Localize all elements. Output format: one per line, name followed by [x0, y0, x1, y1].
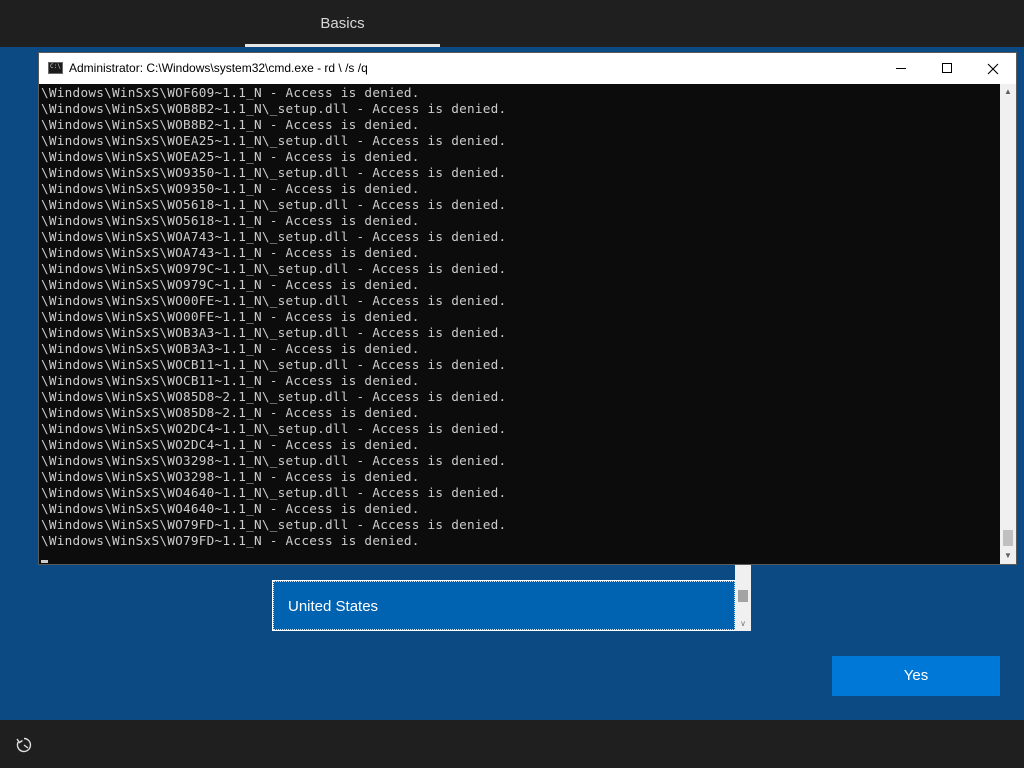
country-list[interactable]: United States ∨ — [272, 580, 751, 631]
cmd-output-line: \Windows\WinSxS\WOF609~1.1_N - Access is… — [41, 85, 420, 100]
cmd-output-line: \Windows\WinSxS\WOEA25~1.1_N\_setup.dll … — [41, 133, 507, 148]
maximize-icon — [942, 63, 952, 73]
tab-basics: Basics — [320, 15, 365, 32]
cmd-output-line: \Windows\WinSxS\WO00FE~1.1_N\_setup.dll … — [41, 293, 507, 308]
scroll-down-icon[interactable]: ▼ — [1000, 548, 1016, 564]
cmd-output-line: \Windows\WinSxS\WOCB11~1.1_N\_setup.dll … — [41, 357, 507, 372]
cmd-output-line: \Windows\WinSxS\WO5618~1.1_N - Access is… — [41, 213, 420, 228]
bottom-bar — [0, 720, 1024, 768]
cmd-app-icon: C:\ — [48, 62, 63, 74]
cmd-output-line: \Windows\WinSxS\WO979C~1.1_N\_setup.dll … — [41, 261, 507, 276]
close-icon — [987, 63, 999, 75]
cmd-output-line: \Windows\WinSxS\WO2DC4~1.1_N\_setup.dll … — [41, 421, 507, 436]
scroll-up-icon[interactable]: ▲ — [1000, 84, 1016, 100]
cmd-output-line: \Windows\WinSxS\WO2DC4~1.1_N - Access is… — [41, 437, 420, 452]
cmd-scroll-thumb[interactable] — [1003, 530, 1013, 546]
close-button[interactable] — [970, 53, 1016, 84]
country-list-scrollbar[interactable]: ∨ — [735, 580, 751, 631]
cmd-window-title: Administrator: C:\Windows\system32\cmd.e… — [69, 61, 368, 75]
cmd-output-lines: \Windows\WinSxS\WOF609~1.1_N - Access is… — [41, 85, 506, 549]
cmd-output-line: \Windows\WinSxS\WO9350~1.1_N - Access is… — [41, 181, 420, 196]
cmd-output-line: \Windows\WinSxS\WO85D8~2.1_N\_setup.dll … — [41, 389, 507, 404]
cmd-scrollbar[interactable]: ▲ ▼ — [1000, 84, 1016, 564]
cmd-output-line: \Windows\WinSxS\WO79FD~1.1_N\_setup.dll … — [41, 517, 507, 532]
minimize-button[interactable] — [878, 53, 924, 84]
country-list-scroll-thumb[interactable] — [738, 590, 748, 602]
yes-button[interactable]: Yes — [832, 656, 1000, 696]
cmd-output-line: \Windows\WinSxS\WO79FD~1.1_N - Access is… — [41, 533, 420, 548]
top-bar: Basics — [0, 0, 1024, 47]
tab-basics-underline — [245, 44, 440, 47]
minimize-icon — [896, 68, 906, 69]
cmd-output-line: \Windows\WinSxS\WOCB11~1.1_N - Access is… — [41, 373, 420, 388]
cmd-cursor — [41, 560, 48, 563]
cmd-output-line: \Windows\WinSxS\WO4640~1.1_N\_setup.dll … — [41, 485, 507, 500]
cmd-output-line: \Windows\WinSxS\WOB3A3~1.1_N - Access is… — [41, 341, 420, 356]
cmd-output-line: \Windows\WinSxS\WOB3A3~1.1_N\_setup.dll … — [41, 325, 507, 340]
cmd-output-line: \Windows\WinSxS\WO3298~1.1_N - Access is… — [41, 469, 420, 484]
cmd-output-line: \Windows\WinSxS\WO979C~1.1_N - Access is… — [41, 277, 420, 292]
cmd-output-line: \Windows\WinSxS\WOB8B2~1.1_N - Access is… — [41, 117, 420, 132]
cmd-window[interactable]: C:\ Administrator: C:\Windows\system32\c… — [38, 52, 1017, 565]
maximize-button[interactable] — [924, 53, 970, 84]
cmd-titlebar[interactable]: C:\ Administrator: C:\Windows\system32\c… — [39, 53, 1016, 84]
cmd-console-output[interactable]: \Windows\WinSxS\WOF609~1.1_N - Access is… — [39, 84, 1000, 564]
cmd-output-line: \Windows\WinSxS\WO3298~1.1_N\_setup.dll … — [41, 453, 507, 468]
cmd-output-line: \Windows\WinSxS\WO9350~1.1_N\_setup.dll … — [41, 165, 507, 180]
oobe-screen: Basics United States ∨ Yes C:\ Administr… — [0, 0, 1024, 768]
cmd-output-line: \Windows\WinSxS\WOA743~1.1_N - Access is… — [41, 245, 420, 260]
cmd-output-line: \Windows\WinSxS\WO5618~1.1_N\_setup.dll … — [41, 197, 507, 212]
ease-of-access-icon[interactable] — [14, 735, 34, 755]
chevron-down-icon[interactable]: ∨ — [738, 619, 748, 629]
country-list-item-selected[interactable]: United States — [273, 581, 735, 630]
cmd-output-line: \Windows\WinSxS\WOA743~1.1_N\_setup.dll … — [41, 229, 507, 244]
cmd-output-line: \Windows\WinSxS\WO4640~1.1_N - Access is… — [41, 501, 420, 516]
cmd-output-line: \Windows\WinSxS\WO85D8~2.1_N - Access is… — [41, 405, 420, 420]
cmd-output-line: \Windows\WinSxS\WOB8B2~1.1_N\_setup.dll … — [41, 101, 507, 116]
cmd-output-line: \Windows\WinSxS\WO00FE~1.1_N - Access is… — [41, 309, 420, 324]
cmd-output-line: \Windows\WinSxS\WOEA25~1.1_N - Access is… — [41, 149, 420, 164]
